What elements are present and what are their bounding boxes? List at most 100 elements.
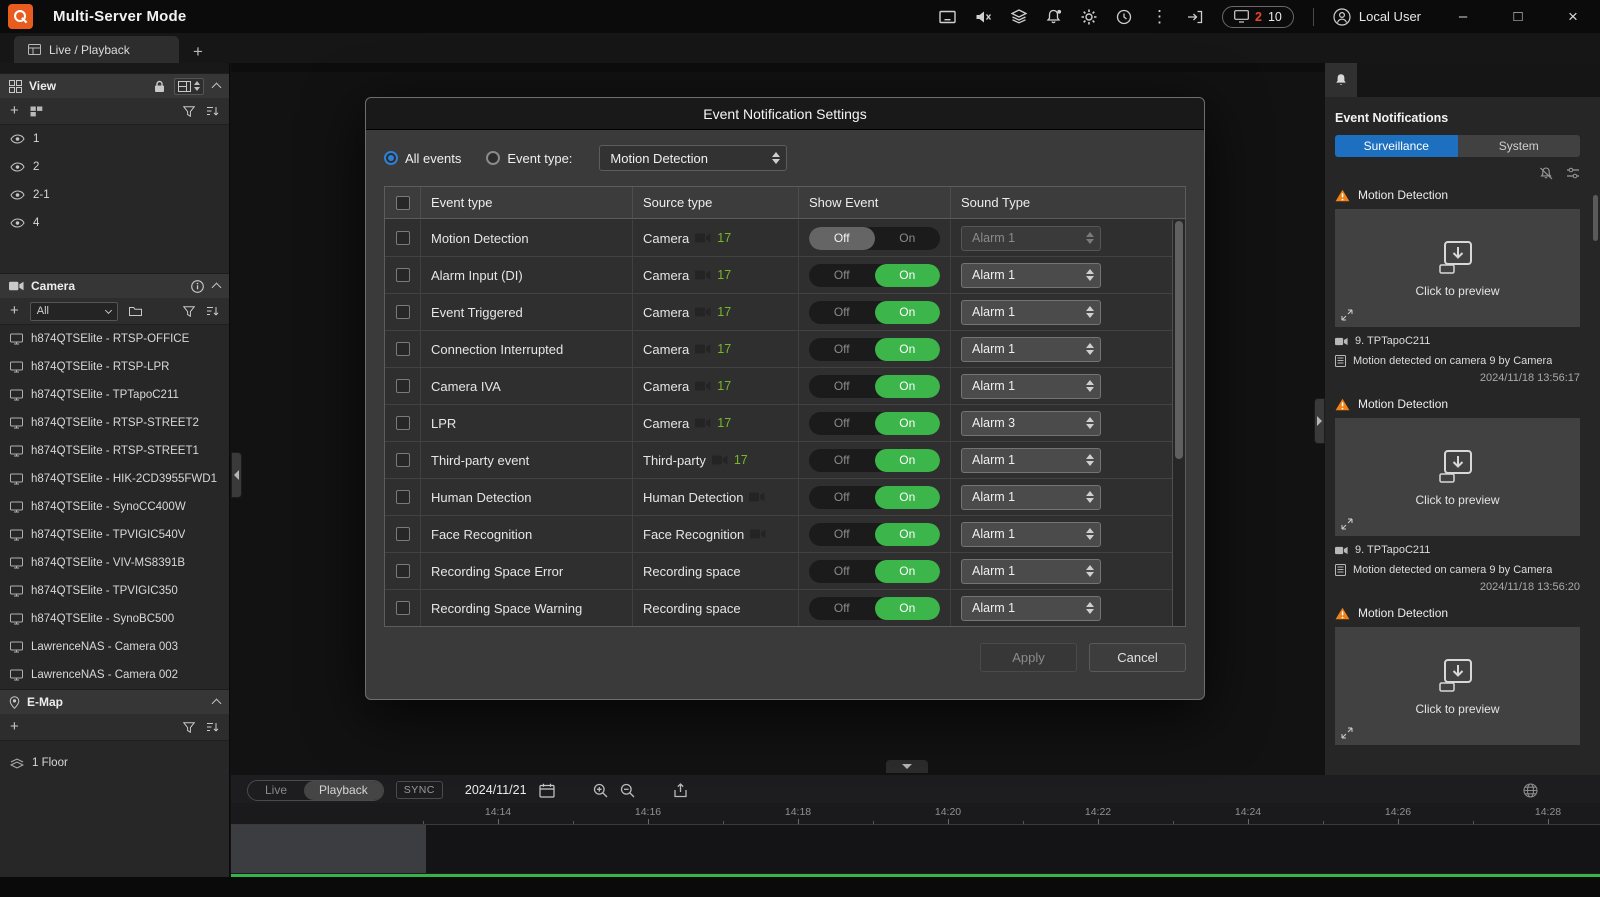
row-checkbox[interactable] bbox=[395, 231, 410, 245]
camera-item[interactable]: h874QTSElite - RTSP-STREET1 bbox=[0, 437, 229, 465]
row-checkbox[interactable] bbox=[395, 305, 410, 319]
minimize-button[interactable]: – bbox=[1450, 8, 1476, 25]
row-checkbox[interactable] bbox=[395, 416, 410, 430]
tab-event-notifications[interactable] bbox=[1325, 63, 1357, 97]
layers-icon[interactable] bbox=[1011, 9, 1027, 24]
emap-item[interactable]: 1 Floor bbox=[0, 749, 229, 777]
all-events-radio[interactable]: All events bbox=[384, 151, 461, 166]
scrollbar-thumb[interactable] bbox=[1593, 195, 1598, 241]
show-event-toggle[interactable]: Off On bbox=[809, 596, 940, 620]
settings-gear-icon[interactable] bbox=[1081, 9, 1097, 25]
view-item-4[interactable]: 4 bbox=[0, 209, 229, 237]
alarm-output-icon[interactable] bbox=[1046, 9, 1062, 24]
event-preview[interactable]: Click to preview bbox=[1335, 418, 1580, 536]
tab-live-playback[interactable]: Live / Playback bbox=[14, 36, 179, 63]
timezone-globe-icon[interactable] bbox=[1523, 782, 1538, 798]
show-event-toggle[interactable]: Off On bbox=[809, 485, 940, 509]
row-checkbox[interactable] bbox=[395, 527, 410, 541]
cancel-button[interactable]: Cancel bbox=[1089, 643, 1186, 672]
maximize-button[interactable]: □ bbox=[1505, 8, 1531, 25]
sound-type-select[interactable]: Alarm 1 bbox=[961, 299, 1101, 325]
display-mode-icon[interactable] bbox=[939, 10, 956, 24]
lock-icon[interactable] bbox=[154, 80, 165, 93]
user-menu[interactable]: Local User bbox=[1333, 7, 1421, 26]
add-emap-button[interactable]: + bbox=[10, 719, 19, 734]
logout-icon[interactable] bbox=[1187, 10, 1203, 24]
apply-button[interactable]: Apply bbox=[980, 643, 1077, 672]
view-item-1[interactable]: 1 bbox=[0, 125, 229, 153]
event-preview[interactable]: Click to preview bbox=[1335, 209, 1580, 327]
layout-spinner[interactable] bbox=[194, 81, 200, 91]
camera-item[interactable]: h874QTSElite - RTSP-STREET2 bbox=[0, 409, 229, 437]
camera-item[interactable]: h874QTSElite - SynoCC400W bbox=[0, 493, 229, 521]
row-checkbox[interactable] bbox=[395, 268, 410, 282]
close-button[interactable]: × bbox=[1560, 7, 1586, 27]
folder-icon[interactable] bbox=[128, 306, 142, 317]
expand-icon[interactable] bbox=[1341, 518, 1353, 530]
show-event-toggle[interactable]: Off On bbox=[809, 226, 940, 250]
sound-type-select[interactable]: Alarm 1 bbox=[961, 521, 1101, 547]
sort-icon[interactable] bbox=[206, 106, 219, 117]
filter-icon[interactable] bbox=[183, 721, 195, 733]
mute-icon[interactable] bbox=[975, 10, 992, 24]
more-options-icon[interactable]: ⋮ bbox=[1151, 8, 1168, 25]
event-type-radio[interactable]: Event type: bbox=[486, 151, 572, 166]
sound-type-select[interactable]: Alarm 1 bbox=[961, 447, 1101, 473]
export-icon[interactable] bbox=[673, 782, 688, 798]
tab-surveillance[interactable]: Surveillance bbox=[1335, 135, 1458, 157]
show-event-toggle[interactable]: Off On bbox=[809, 300, 940, 324]
mute-notifications-icon[interactable] bbox=[1539, 167, 1554, 180]
notification-card[interactable]: Motion Detection Click to preview 9. TPT… bbox=[1335, 397, 1580, 593]
timeline-ruler[interactable]: 14:14 14:16 14:18 14:20 14:22 14:24 14:26 14:28 bbox=[231, 803, 1600, 825]
view-section-header[interactable]: View bbox=[0, 73, 229, 98]
sound-type-select[interactable]: Alarm 3 bbox=[961, 410, 1101, 436]
row-checkbox[interactable] bbox=[395, 342, 410, 356]
sound-type-select[interactable]: Alarm 1 bbox=[961, 558, 1101, 584]
show-event-toggle[interactable]: Off On bbox=[809, 411, 940, 435]
event-type-select[interactable]: Motion Detection bbox=[599, 145, 788, 171]
camera-count-badge[interactable]: 2 10 bbox=[1222, 5, 1294, 28]
sound-type-select[interactable]: Alarm 1 bbox=[961, 595, 1101, 621]
camera-item[interactable]: h874QTSElite - TPVIGIC540V bbox=[0, 521, 229, 549]
filter-icon[interactable] bbox=[183, 105, 195, 117]
show-event-toggle[interactable]: Off On bbox=[809, 522, 940, 546]
playback-button[interactable]: Playback bbox=[304, 780, 383, 800]
camera-item[interactable]: LawrenceNAS - Camera 002 bbox=[0, 661, 229, 689]
zoom-out-icon[interactable] bbox=[620, 783, 635, 798]
calendar-icon[interactable] bbox=[538, 783, 555, 798]
layout-selector[interactable] bbox=[174, 77, 204, 95]
notification-filter-icon[interactable] bbox=[1566, 167, 1580, 179]
show-event-toggle[interactable]: Off On bbox=[809, 374, 940, 398]
sound-type-select[interactable]: Alarm 1 bbox=[961, 373, 1101, 399]
camera-filter-select[interactable]: All bbox=[29, 301, 118, 321]
table-scrollbar[interactable] bbox=[1172, 220, 1185, 626]
sound-type-select[interactable]: Alarm 1 bbox=[961, 225, 1101, 251]
notification-card[interactable]: Motion Detection Click to preview 9. TPT… bbox=[1335, 188, 1580, 384]
select-all-checkbox[interactable] bbox=[395, 195, 410, 210]
camera-item[interactable]: h874QTSElite - HIK-2CD3955FWD1 bbox=[0, 465, 229, 493]
collapse-timeline-tab[interactable] bbox=[886, 760, 928, 773]
sort-icon[interactable] bbox=[206, 722, 219, 733]
add-view-button[interactable]: + bbox=[10, 103, 19, 118]
collapse-emap-section-icon[interactable] bbox=[211, 698, 222, 709]
show-event-toggle[interactable]: Off On bbox=[809, 448, 940, 472]
camera-item[interactable]: h874QTSElite - RTSP-LPR bbox=[0, 353, 229, 381]
show-event-toggle[interactable]: Off On bbox=[809, 559, 940, 583]
view-item-2[interactable]: 2 bbox=[0, 153, 229, 181]
collapse-view-section-icon[interactable] bbox=[211, 82, 222, 93]
camera-section-header[interactable]: Camera bbox=[0, 273, 229, 298]
view-tiles-icon[interactable] bbox=[30, 106, 43, 117]
camera-item[interactable]: h874QTSElite - TPVIGIC350 bbox=[0, 577, 229, 605]
camera-item[interactable]: h874QTSElite - VIV-MS8391B bbox=[0, 549, 229, 577]
sync-button[interactable]: SYNC bbox=[395, 781, 443, 799]
row-checkbox[interactable] bbox=[395, 379, 410, 393]
sidebar-collapse-handle[interactable] bbox=[231, 452, 242, 498]
scrollbar-thumb[interactable] bbox=[1175, 221, 1183, 459]
sort-icon[interactable] bbox=[206, 306, 219, 317]
sound-type-select[interactable]: Alarm 1 bbox=[961, 262, 1101, 288]
show-event-toggle[interactable]: Off On bbox=[809, 337, 940, 361]
row-checkbox[interactable] bbox=[395, 453, 410, 467]
info-icon[interactable] bbox=[191, 279, 204, 293]
add-camera-button[interactable]: + bbox=[10, 303, 19, 318]
qnap-logo[interactable] bbox=[8, 4, 33, 29]
